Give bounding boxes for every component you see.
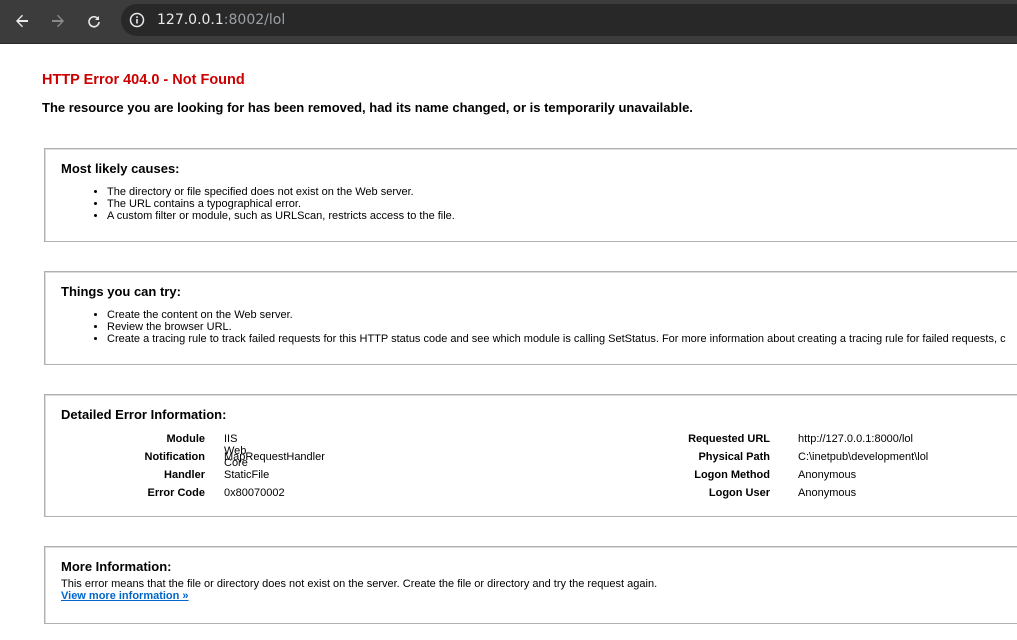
url-path: :8002/lol bbox=[223, 12, 286, 28]
back-icon bbox=[16, 14, 28, 28]
detail-value: http://127.0.0.1:8000/lol bbox=[798, 433, 913, 445]
detail-key: Logon Method bbox=[694, 469, 770, 481]
browser-toolbar: 127.0.0.1:8002/lol bbox=[0, 0, 1017, 44]
try-heading: Things you can try: bbox=[61, 284, 181, 299]
view-more-info-link[interactable]: View more information » bbox=[61, 590, 189, 602]
detail-value: 0x80070002 bbox=[224, 487, 285, 499]
site-info-icon[interactable] bbox=[129, 12, 145, 28]
page-content: HTTP Error 404.0 - Not Found The resourc… bbox=[0, 44, 1017, 640]
list-item: Create the content on the Web server. bbox=[107, 309, 1006, 321]
detail-value: Anonymous bbox=[798, 487, 857, 499]
list-item: A custom filter or module, such as URLSc… bbox=[107, 210, 455, 222]
back-button[interactable] bbox=[8, 7, 36, 35]
detail-value: Anonymous bbox=[798, 469, 857, 481]
details-box: Detailed Error Information: Module IIS W… bbox=[44, 394, 1017, 517]
causes-list: The directory or file specified does not… bbox=[89, 186, 455, 222]
detail-key: Notification bbox=[144, 451, 206, 463]
address-bar[interactable]: 127.0.0.1:8002/lol bbox=[121, 4, 1017, 36]
detail-key: Module bbox=[166, 433, 206, 445]
detail-key: Handler bbox=[164, 469, 205, 481]
list-item: The directory or file specified does not… bbox=[107, 186, 455, 198]
detail-key: Requested URL bbox=[688, 433, 770, 445]
forward-button[interactable] bbox=[44, 7, 72, 35]
more-info-text: This error means that the file or direct… bbox=[61, 578, 658, 590]
detail-key: Error Code bbox=[147, 487, 205, 499]
detail-key: Logon User bbox=[708, 487, 770, 499]
error-title: HTTP Error 404.0 - Not Found bbox=[42, 72, 245, 88]
try-list: Create the content on the Web server. Re… bbox=[89, 309, 1006, 345]
detail-key: Physical Path bbox=[698, 451, 770, 463]
detail-value: C:\inetpub\development\lol bbox=[798, 451, 929, 463]
url-text[interactable]: 127.0.0.1:8002/lol bbox=[157, 12, 285, 28]
detail-value: MapRequestHandler bbox=[224, 451, 325, 463]
list-item: The URL contains a typographical error. bbox=[107, 198, 455, 210]
detail-value: StaticFile bbox=[224, 469, 270, 481]
error-subtitle: The resource you are looking for has bee… bbox=[42, 100, 693, 115]
try-box: Things you can try: Create the content o… bbox=[44, 271, 1017, 365]
more-info-heading: More Information: bbox=[61, 559, 172, 574]
more-info-box: More Information: This error means that … bbox=[44, 546, 1017, 624]
list-item: Create a tracing rule to track failed re… bbox=[107, 333, 1006, 345]
causes-heading: Most likely causes: bbox=[61, 161, 180, 176]
causes-box: Most likely causes: The directory or fil… bbox=[44, 148, 1017, 242]
reload-icon bbox=[88, 15, 100, 28]
url-host: 127.0.0.1 bbox=[157, 12, 224, 28]
list-item: Review the browser URL. bbox=[107, 321, 1006, 333]
reload-button[interactable] bbox=[80, 7, 108, 35]
forward-icon bbox=[52, 14, 64, 28]
details-heading: Detailed Error Information: bbox=[61, 407, 227, 422]
